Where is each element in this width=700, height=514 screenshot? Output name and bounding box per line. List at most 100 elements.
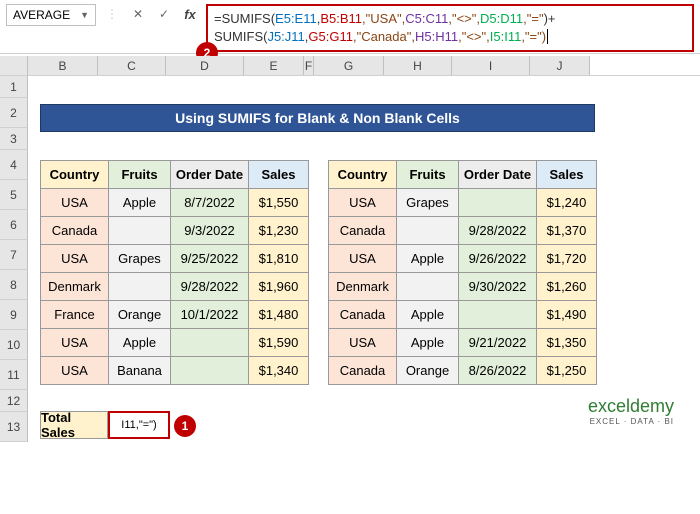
cell[interactable]: Grapes (109, 245, 171, 273)
cell[interactable]: $1,720 (537, 245, 597, 273)
table-header-row: Country Fruits Order Date Sales (41, 161, 309, 189)
col-header[interactable]: J (530, 56, 590, 75)
col-header[interactable]: F (304, 56, 314, 75)
row-header[interactable]: 8 (0, 270, 28, 300)
cell[interactable]: $1,810 (249, 245, 309, 273)
cell[interactable]: Grapes (397, 189, 459, 217)
enter-icon[interactable]: ✓ (154, 4, 174, 24)
cell[interactable]: USA (41, 329, 109, 357)
cell[interactable] (397, 217, 459, 245)
cell[interactable]: Orange (397, 357, 459, 385)
cell[interactable]: Canada (41, 217, 109, 245)
cell[interactable]: Canada (329, 357, 397, 385)
cell[interactable]: $1,490 (537, 301, 597, 329)
cell[interactable]: $1,230 (249, 217, 309, 245)
cell[interactable]: 8/7/2022 (171, 189, 249, 217)
cell[interactable]: France (41, 301, 109, 329)
cell[interactable]: $1,960 (249, 273, 309, 301)
cell[interactable] (171, 329, 249, 357)
col-header[interactable]: D (166, 56, 244, 75)
cancel-icon[interactable]: ✕ (128, 4, 148, 24)
formula-toolbar: AVERAGE ▼ ⋮ ✕ ✓ fx =SUMIFS(E5:E11,B5:B11… (0, 0, 700, 54)
row-header[interactable]: 4 (0, 150, 28, 180)
cell[interactable]: $1,590 (249, 329, 309, 357)
cell[interactable]: 9/26/2022 (459, 245, 537, 273)
row-headers: 1 2 3 4 5 6 7 8 9 10 11 12 13 (0, 76, 28, 442)
cell[interactable]: Denmark (329, 273, 397, 301)
fx-icon[interactable]: fx (180, 4, 200, 24)
cell[interactable]: Apple (109, 189, 171, 217)
cell[interactable]: $1,550 (249, 189, 309, 217)
row-header[interactable]: 5 (0, 180, 28, 210)
cell[interactable]: USA (41, 189, 109, 217)
cell[interactable]: USA (329, 245, 397, 273)
cell[interactable]: USA (41, 357, 109, 385)
cell[interactable]: $1,240 (537, 189, 597, 217)
cell[interactable] (397, 273, 459, 301)
col-header[interactable]: E (244, 56, 304, 75)
cell[interactable]: Apple (397, 245, 459, 273)
cell[interactable]: 10/1/2022 (171, 301, 249, 329)
cell[interactable]: 9/30/2022 (459, 273, 537, 301)
col-header[interactable]: C (98, 56, 166, 75)
cell[interactable]: Orange (109, 301, 171, 329)
cell[interactable]: $1,250 (537, 357, 597, 385)
cell[interactable]: Banana (109, 357, 171, 385)
table-row: USA Apple 9/21/2022 $1,350 (329, 329, 597, 357)
select-all-corner[interactable] (0, 56, 28, 75)
cell[interactable]: $1,370 (537, 217, 597, 245)
row-header[interactable]: 13 (0, 412, 28, 442)
cell[interactable]: USA (329, 189, 397, 217)
cell[interactable]: 9/25/2022 (171, 245, 249, 273)
row-header[interactable]: 6 (0, 210, 28, 240)
table-row: Canada Apple $1,490 (329, 301, 597, 329)
table-row: USA Banana $1,340 (41, 357, 309, 385)
cell[interactable]: $1,350 (537, 329, 597, 357)
row-header[interactable]: 10 (0, 330, 28, 360)
row-header[interactable]: 11 (0, 360, 28, 390)
cell[interactable]: $1,260 (537, 273, 597, 301)
total-sales-cell[interactable]: I11,"=") 1 (108, 411, 170, 439)
cell[interactable]: USA (41, 245, 109, 273)
row-header[interactable]: 3 (0, 128, 28, 150)
cell[interactable]: Denmark (41, 273, 109, 301)
cell[interactable] (459, 189, 537, 217)
cell[interactable] (459, 301, 537, 329)
row-header[interactable]: 9 (0, 300, 28, 330)
cell[interactable]: Apple (397, 329, 459, 357)
sheet-area[interactable]: Using SUMIFS for Blank & Non Blank Cells… (28, 76, 700, 442)
cell[interactable] (109, 217, 171, 245)
formula-bar[interactable]: =SUMIFS(E5:E11,B5:B11,"USA",C5:C11,"<>",… (206, 4, 694, 52)
col-header[interactable]: I (452, 56, 530, 75)
cell[interactable]: USA (329, 329, 397, 357)
table-row: Denmark 9/30/2022 $1,260 (329, 273, 597, 301)
exceldemy-logo: exceldemy EXCEL · DATA · BI (588, 396, 674, 426)
col-header[interactable]: H (384, 56, 452, 75)
cell[interactable]: 9/28/2022 (459, 217, 537, 245)
cell[interactable]: 9/3/2022 (171, 217, 249, 245)
cell[interactable] (171, 357, 249, 385)
functions-dropdown-icon[interactable]: ⋮ (102, 4, 122, 24)
row-header[interactable]: 7 (0, 240, 28, 270)
col-header[interactable]: B (28, 56, 98, 75)
cell[interactable] (109, 273, 171, 301)
cell[interactable]: 9/21/2022 (459, 329, 537, 357)
cell[interactable]: Canada (329, 301, 397, 329)
cell[interactable]: Canada (329, 217, 397, 245)
cell[interactable]: Apple (397, 301, 459, 329)
cell[interactable]: $1,340 (249, 357, 309, 385)
row-header[interactable]: 12 (0, 390, 28, 412)
name-box[interactable]: AVERAGE ▼ (6, 4, 96, 26)
table-row: USA Grapes 9/25/2022 $1,810 (41, 245, 309, 273)
chevron-down-icon[interactable]: ▼ (80, 10, 89, 20)
spreadsheet-grid: B C D E F G H I J 1 2 3 4 5 6 7 8 9 10 1… (0, 56, 700, 442)
cell[interactable]: $1,480 (249, 301, 309, 329)
row-header[interactable]: 2 (0, 98, 28, 128)
cell[interactable]: 9/28/2022 (171, 273, 249, 301)
cell[interactable]: Apple (109, 329, 171, 357)
row-header[interactable]: 1 (0, 76, 28, 98)
table-row: USA Apple 8/7/2022 $1,550 (41, 189, 309, 217)
table-header-row: Country Fruits Order Date Sales (329, 161, 597, 189)
cell[interactable]: 8/26/2022 (459, 357, 537, 385)
col-header[interactable]: G (314, 56, 384, 75)
